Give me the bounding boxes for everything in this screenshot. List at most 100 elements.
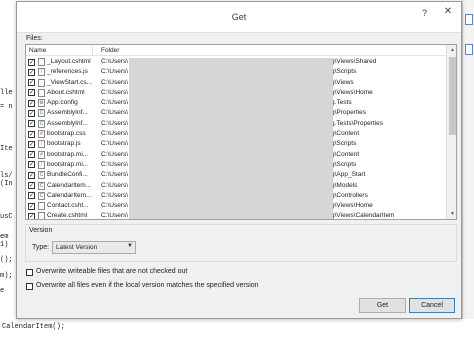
- file-folder-tail: g\Properties: [331, 109, 367, 117]
- file-name: bootstrap.js: [47, 140, 81, 148]
- files-list[interactable]: Name Folder ✓ _Layout.cshtml C:\Users\ g\Vi…: [25, 44, 457, 220]
- file-checkbox[interactable]: ✓: [28, 109, 35, 117]
- code-fragment: CalendarItem();: [2, 323, 66, 331]
- code-fragment: usC: [0, 213, 13, 221]
- file-folder: C:\Users\: [101, 88, 129, 96]
- file-checkbox[interactable]: ✓: [28, 79, 35, 87]
- file-name: App.config: [47, 99, 78, 107]
- code-fragment: em: [0, 233, 9, 241]
- redacted-area: [129, 58, 333, 219]
- overwrite-all-checkbox[interactable]: [26, 283, 33, 290]
- file-name: Create.cshtml: [47, 212, 88, 220]
- file-folder-tail: g.Tests\Properties: [331, 119, 384, 127]
- file-folder-tail: g\Scripts: [331, 68, 357, 76]
- code-editor-bottom: CalendarItem();: [0, 319, 474, 339]
- file-folder-tail: g\Models: [331, 181, 358, 189]
- code-fragment: Ite: [0, 145, 13, 153]
- overwrite-writeable-checkbox[interactable]: [26, 269, 33, 276]
- scroll-up-icon[interactable]: ▲: [447, 45, 456, 55]
- file-checkbox[interactable]: ✓: [28, 120, 35, 128]
- file-folder-tail: g\App_Start: [331, 171, 366, 179]
- file-name: _ViewStart.cs...: [47, 78, 93, 86]
- file-name: BundleConfi...: [47, 171, 88, 179]
- page-icon: [38, 58, 45, 66]
- file-name: Calendarltem...: [47, 181, 92, 189]
- code-fragment: 1): [0, 241, 9, 249]
- code-fragment: e: [0, 287, 5, 295]
- code-fragment: = n: [0, 103, 13, 111]
- help-button[interactable]: ?: [422, 8, 427, 18]
- file-folder-tail: g\Views: [331, 78, 354, 86]
- csharp-file-icon: C: [38, 119, 45, 128]
- file-folder-tail: g\Scripts: [331, 140, 357, 148]
- file-folder: C:\Users\: [101, 68, 129, 76]
- file-folder-tail: g\Views\Home: [331, 202, 373, 210]
- overwrite-all-label: Overwrite all files even if the local ve…: [36, 282, 259, 289]
- csharp-file-icon: C: [38, 181, 45, 190]
- column-header-folder[interactable]: Folder: [101, 47, 119, 54]
- file-folder-tail: g\Content: [331, 130, 360, 138]
- get-dialog: Get ? ✕ Files: Name Folder ✓ _Layout.csht…: [16, 1, 462, 319]
- scroll-thumb[interactable]: [449, 57, 456, 135]
- file-folder-tail: g\Views\Home: [331, 88, 373, 96]
- code-fragment: lle: [0, 89, 13, 97]
- cancel-button[interactable]: Cancel: [409, 298, 455, 313]
- file-name: About.cshtml: [47, 88, 85, 96]
- file-folder: C:\Users\: [101, 78, 129, 86]
- file-checkbox[interactable]: ✓: [28, 140, 35, 148]
- file-checkbox[interactable]: ✓: [28, 212, 35, 219]
- file-name: _Layout.cshtml: [47, 58, 91, 65]
- file-checkbox[interactable]: ✓: [28, 130, 35, 138]
- code-fragment: ();: [0, 256, 13, 264]
- file-folder: C:\Users\: [101, 181, 129, 189]
- file-checkbox[interactable]: ✓: [28, 99, 35, 107]
- file-folder: C:\Users\: [101, 99, 129, 107]
- overwrite-writeable-label: Overwrite writeable files that are not c…: [36, 268, 188, 275]
- editor-marker: [465, 44, 473, 55]
- list-header: Name Folder: [26, 45, 446, 56]
- page-icon: [38, 88, 45, 97]
- version-legend: Version: [29, 227, 53, 234]
- column-separator[interactable]: [92, 45, 93, 56]
- file-checkbox[interactable]: ✓: [28, 151, 35, 159]
- code-fragment: ls/: [0, 172, 13, 180]
- file-folder-tail: g\Scripts: [331, 160, 357, 168]
- close-button[interactable]: ✕: [442, 6, 454, 18]
- file-folder: C:\Users\: [101, 212, 129, 220]
- file-checkbox[interactable]: ✓: [28, 202, 35, 210]
- file-folder: C:\Users\: [101, 171, 129, 179]
- code-fragment: m);: [0, 272, 13, 280]
- file-checkbox[interactable]: ✓: [28, 68, 35, 76]
- file-checkbox[interactable]: ✓: [28, 161, 35, 169]
- file-folder: C:\Users\: [101, 130, 129, 138]
- file-name: AssemblyInf...: [47, 109, 88, 117]
- get-button[interactable]: Get: [359, 298, 406, 313]
- scroll-down-icon[interactable]: ▼: [447, 209, 456, 219]
- js-file-icon: /: [38, 140, 45, 149]
- file-name: Contact.csht...: [47, 202, 89, 210]
- file-checkbox[interactable]: ✓: [28, 89, 35, 97]
- page-icon: [38, 202, 45, 211]
- type-label: Type:: [32, 244, 50, 251]
- chevron-down-icon: ▼: [127, 243, 133, 249]
- column-header-name[interactable]: Name: [29, 47, 46, 54]
- file-checkbox[interactable]: ✓: [28, 171, 35, 179]
- version-group: Version Type: Latest Version ▼: [25, 224, 457, 262]
- file-folder: C:\Users\: [101, 119, 129, 127]
- file-name: AssemblyInf...: [47, 119, 88, 127]
- dialog-title: Get: [231, 12, 247, 22]
- version-type-select[interactable]: Latest Version ▼: [52, 241, 136, 254]
- file-folder: C:\Users\: [101, 150, 129, 158]
- file-name: _references.js: [47, 68, 88, 76]
- js-file-icon: /: [38, 160, 45, 169]
- file-folder: C:\Users\: [101, 109, 129, 117]
- files-scrollbar[interactable]: ▲ ▼: [446, 45, 456, 219]
- file-checkbox[interactable]: ✓: [28, 58, 35, 66]
- file-checkbox[interactable]: ✓: [28, 182, 35, 190]
- js-file-icon: /: [38, 68, 45, 77]
- file-folder: C:\Users\: [101, 160, 129, 168]
- code-fragment: (In: [0, 180, 13, 188]
- file-checkbox[interactable]: ✓: [28, 192, 35, 200]
- csharp-file-icon: C: [38, 171, 45, 180]
- file-name: CalendarItem...: [47, 191, 92, 199]
